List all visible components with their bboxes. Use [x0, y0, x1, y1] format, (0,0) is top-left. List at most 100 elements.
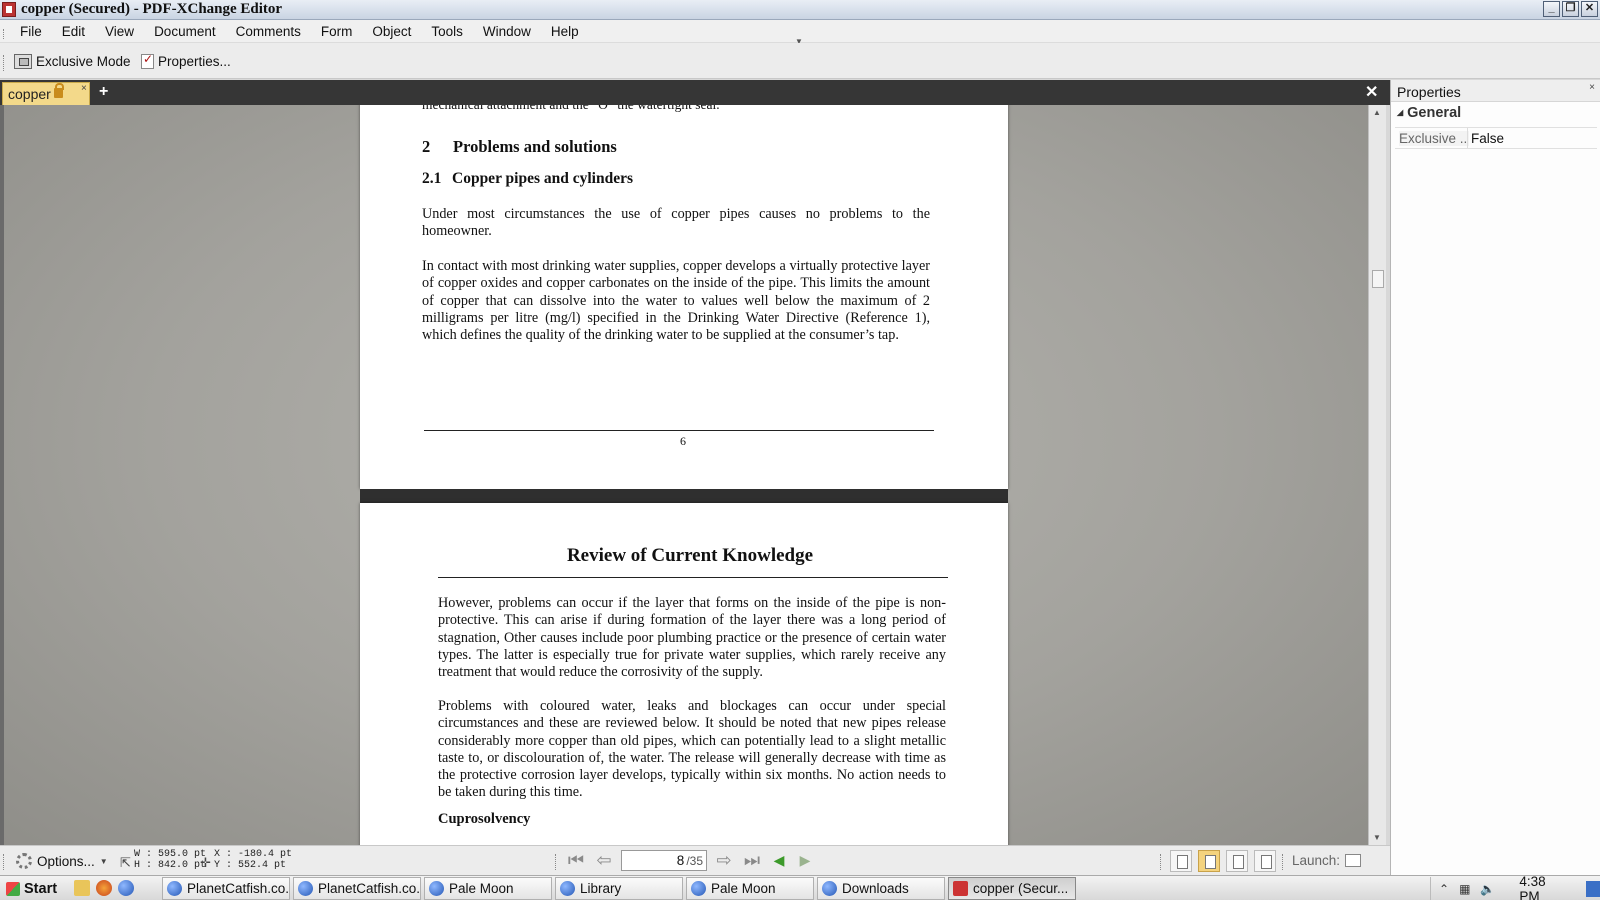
last-page-icon[interactable]: ⏭ [741, 851, 763, 871]
pale-moon-icon[interactable] [118, 880, 134, 896]
restore-button[interactable]: ❐ [1562, 1, 1579, 17]
current-page: 8 [676, 853, 685, 868]
close-document-button[interactable]: ✕ [1365, 82, 1378, 102]
page-number-input[interactable]: 8 /35 [621, 850, 707, 871]
task-label: PlanetCatfish.co... [318, 881, 421, 896]
volume-icon[interactable]: 🔈 [1480, 882, 1495, 896]
next-view-icon[interactable]: ▶ [795, 852, 815, 870]
document-viewport[interactable]: mechanical attachment and the “O” the wa… [0, 105, 1370, 845]
subsection-heading: Cuprosolvency [438, 811, 531, 827]
statusbar-grip[interactable] [1160, 854, 1163, 870]
menu-document[interactable]: Document [144, 23, 226, 40]
task-label: Pale Moon [449, 881, 514, 896]
first-page-icon[interactable]: ⏮ [565, 851, 587, 871]
facing-pages-icon[interactable] [1226, 850, 1248, 872]
window-controls: _ ❐ ✕ [1543, 1, 1598, 17]
toolbar-grip[interactable] [3, 55, 6, 71]
scroll-down-arrow-icon[interactable]: ▼ [1373, 833, 1381, 842]
launch-app-icon[interactable] [1345, 854, 1361, 867]
pdf-xchange-icon [953, 881, 968, 896]
browser-icon [429, 881, 444, 896]
cursor-x: X : -180.4 pt [214, 849, 293, 860]
statusbar-grip[interactable] [555, 854, 558, 870]
task-library[interactable]: Library [555, 877, 683, 900]
next-page-icon[interactable]: ⇨ [713, 851, 735, 871]
property-value[interactable]: False [1471, 131, 1504, 146]
show-hidden-icons-icon[interactable]: ⌃ [1439, 882, 1449, 896]
column-divider [1467, 128, 1468, 148]
scrollbar-thumb[interactable] [1372, 270, 1384, 288]
viewport-left-edge [0, 105, 4, 845]
folder-icon[interactable] [74, 880, 90, 896]
exclusive-mode-icon [14, 54, 32, 69]
continuous-facing-icon[interactable] [1254, 850, 1276, 872]
previous-page-icon[interactable]: ⇦ [593, 851, 615, 871]
vertical-scrollbar[interactable]: ▲ ▼ [1368, 105, 1386, 845]
single-page-icon[interactable] [1170, 850, 1192, 872]
task-label: Library [580, 881, 622, 896]
task-pale-moon-2[interactable]: Pale Moon [686, 877, 814, 900]
start-button[interactable]: Start [2, 878, 63, 899]
menu-help[interactable]: Help [541, 23, 589, 40]
show-desktop-button[interactable] [1586, 880, 1600, 897]
pdf-page-7: Review of Current Knowledge However, pro… [360, 503, 1008, 845]
property-row[interactable]: Exclusive .. False [1395, 127, 1597, 149]
cursor-coordinates: X : -180.4 pt Y : 552.4 pt [214, 849, 292, 871]
properties-icon [141, 52, 154, 69]
close-window-button[interactable]: ✕ [1581, 1, 1598, 17]
pdf-xchange-app-icon[interactable] [2, 2, 16, 17]
menu-comments[interactable]: Comments [226, 23, 311, 40]
task-copper-pdf[interactable]: copper (Secur... [948, 877, 1076, 900]
properties-panel-title: Properties [1397, 84, 1461, 100]
statusbar-grip[interactable] [3, 854, 6, 870]
general-group-toggle[interactable]: ◢ General [1397, 105, 1461, 121]
properties-button[interactable]: Properties... [141, 52, 231, 69]
browser-icon [298, 881, 313, 896]
property-key: Exclusive .. [1399, 131, 1469, 146]
options-button[interactable]: Options... ▼ [16, 853, 108, 869]
scroll-up-arrow-icon[interactable]: ▲ [1373, 108, 1381, 117]
paragraph: However, problems can occur if the layer… [438, 595, 946, 681]
task-planetcatfish-1[interactable]: PlanetCatfish.co... [162, 877, 290, 900]
toolbar: Exclusive Mode Properties... [0, 43, 1600, 79]
exclusive-mode-button[interactable]: Exclusive Mode [14, 54, 131, 69]
previous-view-icon[interactable]: ◀ [769, 852, 789, 870]
document-tab-strip: copper × + ✕ [0, 80, 1390, 105]
tab-copper[interactable]: copper × [2, 82, 90, 105]
clock[interactable]: 4:38 PM [1519, 874, 1568, 900]
gear-icon [16, 853, 32, 869]
statusbar-grip[interactable] [1282, 854, 1285, 870]
menubar-grip[interactable] [3, 29, 6, 39]
menu-file[interactable]: File [10, 23, 52, 40]
menu-edit[interactable]: Edit [52, 23, 95, 40]
page-size-icon: ⇱ [120, 855, 131, 870]
browser-icon [167, 881, 182, 896]
page-header-title: Review of Current Knowledge [566, 545, 814, 566]
minimize-button[interactable]: _ [1543, 1, 1560, 17]
close-panel-icon[interactable]: × [1589, 82, 1595, 93]
task-pale-moon-1[interactable]: Pale Moon [424, 877, 552, 900]
close-tab-icon[interactable]: × [81, 83, 87, 94]
footer-rule [424, 430, 934, 431]
paragraph: Problems with coloured water, leaks and … [438, 698, 946, 801]
total-pages: /35 [686, 853, 703, 868]
continuous-page-icon[interactable] [1198, 850, 1220, 872]
page-width: W : 595.0 pt [134, 849, 207, 860]
menu-object[interactable]: Object [362, 23, 421, 40]
task-downloads[interactable]: Downloads [817, 877, 945, 900]
menu-form[interactable]: Form [311, 23, 363, 40]
new-tab-button[interactable]: + [99, 83, 108, 101]
status-bar: Options... ▼ ⇱ W : 595.0 pt H : 842.0 pt… [0, 845, 1390, 875]
page-number: 6 [680, 434, 686, 448]
network-icon[interactable]: ▦ [1459, 882, 1470, 896]
exclusive-mode-label: Exclusive Mode [36, 54, 131, 69]
crosshair-icon: ✛ [200, 855, 211, 870]
task-planetcatfish-2[interactable]: PlanetCatfish.co... [293, 877, 421, 900]
title-bar: copper (Secured) - PDF-XChange Editor _ … [0, 0, 1600, 20]
firefox-icon[interactable] [96, 880, 112, 896]
pdf-page-6: mechanical attachment and the “O” the wa… [360, 105, 1008, 489]
library-icon [560, 881, 575, 896]
menu-tools[interactable]: Tools [421, 23, 473, 40]
menu-view[interactable]: View [95, 23, 144, 40]
menu-window[interactable]: Window [473, 23, 541, 40]
